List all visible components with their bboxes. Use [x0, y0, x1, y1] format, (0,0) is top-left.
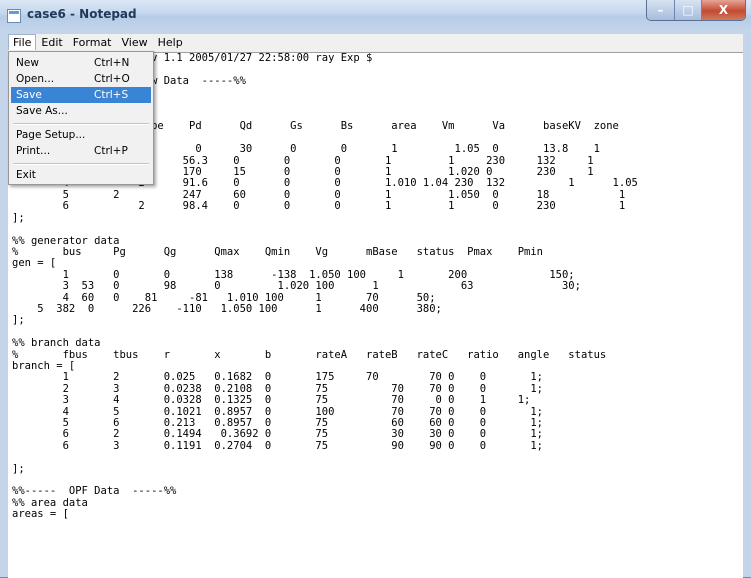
menu-item-label: Page Setup...	[16, 129, 86, 141]
window-controls: – □ X	[646, 0, 746, 21]
menu-item-label: Open...	[16, 73, 55, 85]
file-menu-dropdown: New Ctrl+N Open... Ctrl+O Save Ctrl+S Sa…	[8, 51, 154, 185]
title-bar[interactable]: case6 - Notepad – □ X	[0, 0, 751, 30]
menu-item-label: Print...	[16, 145, 51, 157]
menu-item-new[interactable]: New Ctrl+N	[11, 55, 151, 71]
menu-bar: File Edit Format View Help	[8, 34, 743, 52]
menu-item-shortcut: Ctrl+S	[94, 89, 129, 101]
menu-separator	[13, 123, 149, 125]
menu-view[interactable]: View	[117, 34, 153, 50]
menu-item-label: Save As...	[16, 105, 68, 117]
menu-item-save[interactable]: Save Ctrl+S	[11, 87, 151, 103]
menu-format[interactable]: Format	[68, 34, 117, 50]
menu-file[interactable]: File	[8, 34, 37, 50]
menu-separator	[13, 163, 149, 165]
menu-help[interactable]: Help	[153, 34, 188, 50]
menu-item-page-setup[interactable]: Page Setup...	[11, 127, 151, 143]
notepad-window: case6 - Notepad – □ X File Edit Format View…	[0, 0, 751, 578]
window-title: case6 - Notepad	[27, 7, 137, 21]
menu-item-label: Exit	[16, 169, 36, 181]
menu-item-shortcut: Ctrl+N	[94, 57, 130, 69]
maximize-button[interactable]: □	[674, 0, 701, 20]
menu-item-print[interactable]: Print... Ctrl+P	[11, 143, 151, 159]
menu-item-label: New	[16, 57, 39, 69]
menu-item-label: Save	[16, 89, 42, 101]
menu-item-open[interactable]: Open... Ctrl+O	[11, 71, 151, 87]
minimize-button[interactable]: –	[647, 0, 674, 20]
close-button[interactable]: X	[701, 0, 745, 20]
menu-item-shortcut: Ctrl+P	[94, 145, 128, 157]
menu-item-save-as[interactable]: Save As...	[11, 103, 151, 119]
menu-item-shortcut: Ctrl+O	[94, 73, 130, 85]
menu-edit[interactable]: Edit	[36, 34, 67, 50]
notepad-icon	[7, 9, 21, 23]
menu-item-exit[interactable]: Exit	[11, 167, 151, 183]
